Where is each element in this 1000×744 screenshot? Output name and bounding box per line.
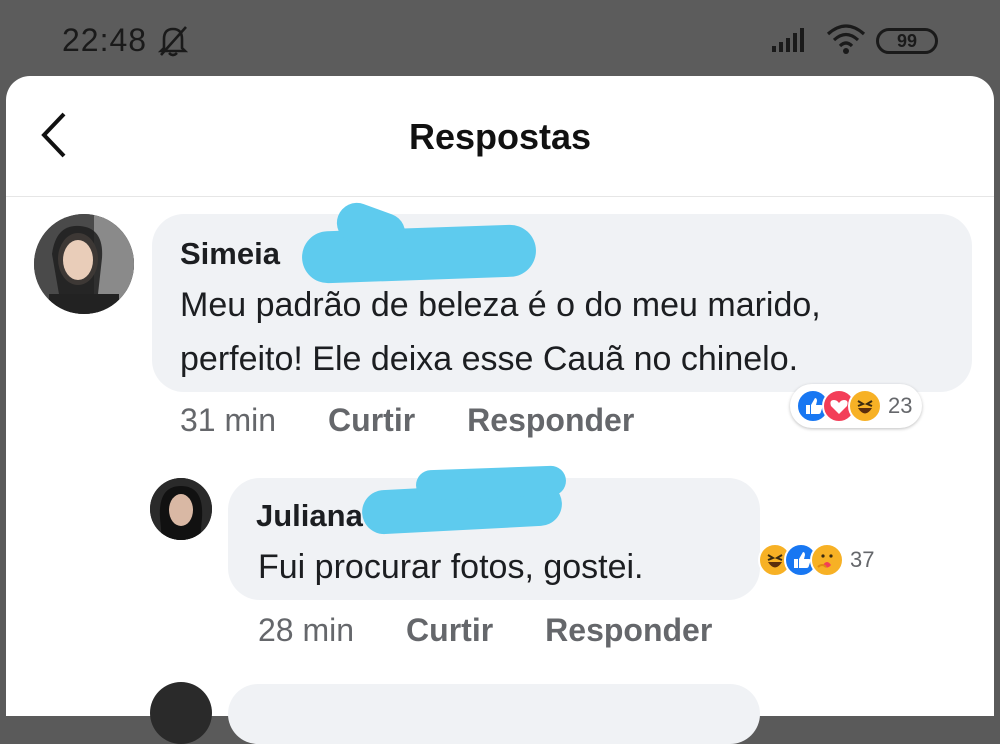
comment-actions: 28 min Curtir Responder: [258, 612, 712, 649]
comment-text-line: perfeito! Ele deixa esse Cauã no chinelo…: [180, 340, 799, 378]
comment-text: Meu padrão de beleza é o do meu marido, …: [180, 278, 821, 386]
status-bar: 22:48 99: [0, 0, 1000, 80]
reply-button[interactable]: Responder: [545, 612, 712, 649]
reaction-count: 23: [888, 393, 913, 418]
reaction-count: 37: [850, 547, 875, 572]
comment-text: Fui procurar fotos, gostei.: [258, 548, 644, 586]
reaction-summary[interactable]: 23: [790, 384, 923, 428]
page-title: Respostas: [408, 116, 592, 157]
reaction-summary[interactable]: 37: [752, 538, 884, 582]
comment-actions: 31 min Curtir Responder: [180, 402, 634, 439]
comment-author[interactable]: Simeia: [180, 236, 280, 272]
bell-off-icon: [157, 24, 189, 63]
comment-time: 28 min: [258, 612, 355, 648]
comment-time: 31 min: [180, 402, 277, 438]
like-button[interactable]: Curtir: [328, 402, 415, 439]
avatar[interactable]: [150, 478, 212, 540]
wifi-icon: [826, 24, 866, 59]
redaction-scribble: [301, 223, 537, 285]
reply-button[interactable]: Responder: [467, 402, 634, 439]
avatar[interactable]: [34, 214, 134, 314]
replies-sheet: Respostas Simeia Meu padrão de beleza é …: [6, 76, 994, 744]
comment-text-line: Meu padrão de beleza é o do meu marido,: [180, 286, 821, 324]
like-button[interactable]: Curtir: [406, 612, 493, 649]
avatar[interactable]: [150, 682, 212, 744]
comment-author[interactable]: Juliana: [256, 498, 363, 534]
status-time: 22:48: [62, 22, 148, 58]
header-divider: [6, 196, 994, 197]
comment-bubble[interactable]: [228, 684, 760, 744]
haha-icon: [848, 389, 882, 423]
signal-icon: [772, 28, 806, 57]
battery-indicator: 99: [876, 28, 938, 54]
care-icon: [810, 543, 844, 577]
redaction-scribble: [415, 465, 567, 501]
